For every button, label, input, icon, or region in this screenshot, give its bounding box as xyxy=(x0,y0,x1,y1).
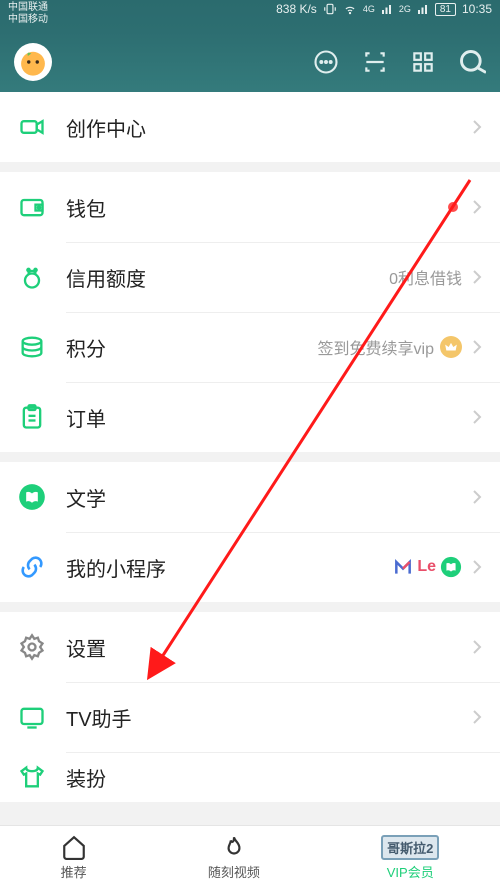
label-settings: 设置 xyxy=(66,633,462,662)
wifi-icon xyxy=(343,2,357,16)
signal-icon-2 xyxy=(417,3,429,15)
signal-2g: 2G xyxy=(399,4,411,14)
row-mini-programs[interactable]: 我的小程序 Le xyxy=(0,532,500,602)
carrier-labels: 中国联通 中国移动 xyxy=(8,2,48,26)
label-literature: 文学 xyxy=(66,483,462,512)
row-tv-assistant[interactable]: TV助手 xyxy=(0,682,500,752)
label-points: 积分 xyxy=(66,333,318,362)
chevron-right-icon xyxy=(472,119,482,135)
scan-icon[interactable] xyxy=(362,49,388,75)
chevron-right-icon xyxy=(472,339,482,355)
chevron-right-icon xyxy=(472,199,482,215)
nav-vip[interactable]: 哥斯拉2 VIP会员 xyxy=(381,835,439,881)
search-icon[interactable] xyxy=(458,48,486,76)
link-icon xyxy=(18,553,46,581)
signal-4g: 4G xyxy=(363,4,375,14)
nav-label-random: 随刻视频 xyxy=(208,862,260,881)
meta-points: 签到免费续享vip xyxy=(318,335,462,359)
signal-icon xyxy=(381,3,393,15)
row-creator-center[interactable]: 创作中心 xyxy=(0,92,500,162)
book-icon xyxy=(18,483,46,511)
row-points[interactable]: 积分 签到免费续享vip xyxy=(0,312,500,382)
bottom-nav: 推荐 随刻视频 哥斯拉2 VIP会员 xyxy=(0,825,500,889)
battery-level: 81 xyxy=(435,3,456,16)
credit-icon xyxy=(18,263,46,291)
nav-label-recommend: 推荐 xyxy=(61,862,87,881)
nav-random-video[interactable]: 随刻视频 xyxy=(208,834,260,881)
label-creator-center: 创作中心 xyxy=(66,113,462,142)
avatar-icon xyxy=(16,45,50,79)
status-right: 838 K/s 4G 2G 81 10:35 xyxy=(276,2,492,16)
row-orders[interactable]: 订单 xyxy=(0,382,500,452)
book-badge-icon xyxy=(440,556,462,578)
avatar[interactable] xyxy=(14,43,52,81)
row-literature[interactable]: 文学 xyxy=(0,462,500,532)
app-header xyxy=(0,32,500,92)
mini-program-badges: Le xyxy=(393,556,462,578)
label-orders: 订单 xyxy=(66,403,462,432)
chevron-right-icon xyxy=(472,269,482,285)
le-label: Le xyxy=(417,558,436,576)
label-wallet: 钱包 xyxy=(66,193,448,222)
menu-content: 创作中心 钱包 信用额度 0利息借钱 积分 签到免费续享vip xyxy=(0,92,500,802)
meta-credit: 0利息借钱 xyxy=(389,265,462,289)
coins-icon xyxy=(18,333,46,361)
home-icon xyxy=(61,834,87,860)
label-credit: 信用额度 xyxy=(66,263,389,292)
tshirt-icon xyxy=(18,763,46,791)
godzilla-badge: 哥斯拉2 xyxy=(381,835,439,860)
row-settings[interactable]: 设置 xyxy=(0,612,500,682)
net-speed: 838 K/s xyxy=(276,2,317,16)
row-dress-up[interactable]: 装扮 xyxy=(0,752,500,802)
gear-icon xyxy=(18,633,46,661)
clock: 10:35 xyxy=(462,2,492,16)
row-credit[interactable]: 信用额度 0利息借钱 xyxy=(0,242,500,312)
grid-icon[interactable] xyxy=(410,49,436,75)
carrier-2: 中国移动 xyxy=(8,14,48,26)
nav-label-vip: VIP会员 xyxy=(387,862,434,881)
nav-recommend[interactable]: 推荐 xyxy=(61,834,87,881)
message-icon[interactable] xyxy=(312,48,340,76)
status-bar: 中国联通 中国移动 838 K/s 4G 2G 81 10:35 xyxy=(0,0,500,32)
chevron-right-icon xyxy=(472,409,482,425)
clipboard-icon xyxy=(18,403,46,431)
chevron-right-icon xyxy=(472,639,482,655)
wallet-icon xyxy=(18,193,46,221)
vibrate-icon xyxy=(323,2,337,16)
vip-crown-icon xyxy=(440,336,462,358)
carrier-1: 中国联通 xyxy=(8,2,48,14)
chevron-right-icon xyxy=(472,559,482,575)
chevron-right-icon xyxy=(472,709,482,725)
label-mini-programs: 我的小程序 xyxy=(66,553,393,582)
label-dress-up: 装扮 xyxy=(66,763,482,792)
m-icon xyxy=(393,557,413,577)
chevron-right-icon xyxy=(472,489,482,505)
tv-icon xyxy=(18,703,46,731)
flame-icon xyxy=(221,834,247,860)
camera-icon xyxy=(18,113,46,141)
notification-dot xyxy=(448,202,458,212)
row-wallet[interactable]: 钱包 xyxy=(0,172,500,242)
label-tv-assistant: TV助手 xyxy=(66,703,462,732)
